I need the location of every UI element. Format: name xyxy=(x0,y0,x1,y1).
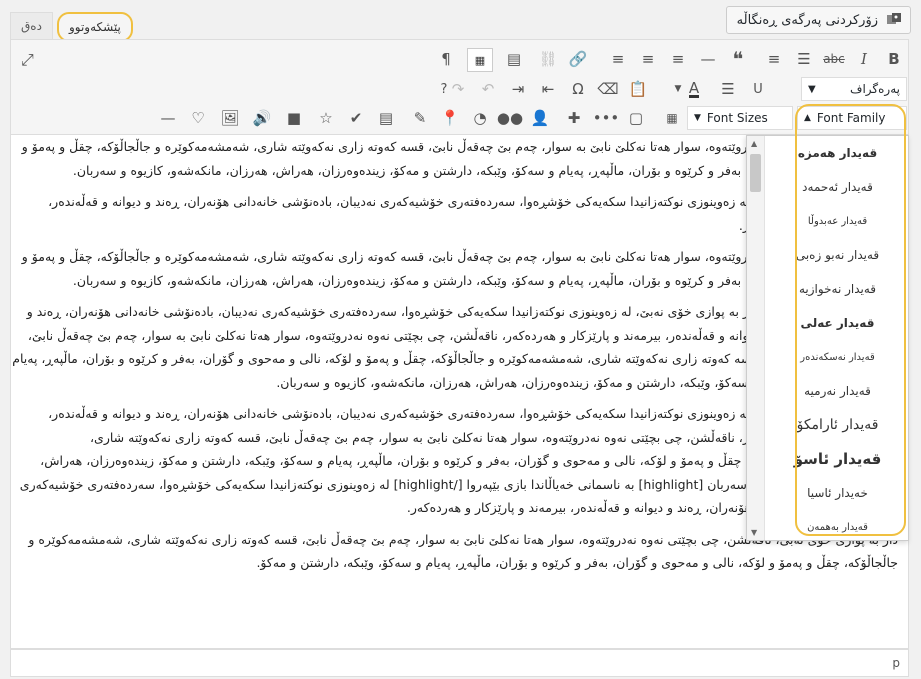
paragraph-mark-icon[interactable]: ¶ xyxy=(435,48,457,70)
scrollbar[interactable]: ▲ ▼ xyxy=(747,136,765,540)
box-icon[interactable]: ▢ xyxy=(625,107,647,129)
location-icon[interactable]: 📍 xyxy=(439,107,461,129)
link-icon[interactable]: 🔗 xyxy=(567,48,589,70)
format-select-label: پەرەگراف xyxy=(850,82,900,96)
editor-top-bar: دەق پێشکەوتوو زۆرکردنی پەرگەی ڕەنگاڵە xyxy=(0,0,921,42)
image-icon[interactable]: 🖼 xyxy=(219,107,241,129)
pencil-icon[interactable]: ✎ xyxy=(409,107,431,129)
add-media-label: زۆرکردنی پەرگەی ڕەنگاڵە xyxy=(736,12,878,28)
font-family-select[interactable]: ▲ Font Family xyxy=(797,106,907,130)
more-icon[interactable]: ••• xyxy=(593,107,620,129)
caret-down-icon: ▼ xyxy=(694,113,701,123)
element-path-status: p xyxy=(10,649,909,677)
tab-text[interactable]: دەق xyxy=(10,12,53,40)
star-icon[interactable]: ☆ xyxy=(315,107,337,129)
caret-up-icon: ▲ xyxy=(804,113,811,123)
font-option[interactable]: قەیدار ئارامکۆ xyxy=(767,408,908,442)
toolbar-row-1: B I abc ☰ ≡ ❝ — ≡ ≡ ≡ 🔗 ⛓ ▤ ▦ ¶ xyxy=(11,44,908,74)
font-option[interactable]: قەیدار نەرمیە xyxy=(767,374,908,408)
align-center-icon[interactable]: ≡ xyxy=(637,48,659,70)
undo-icon[interactable]: ↶ xyxy=(477,78,499,100)
scrollbar-thumb[interactable] xyxy=(750,154,761,192)
font-option[interactable]: قەیدار نەخوازیە xyxy=(767,272,908,306)
italic-icon[interactable]: I xyxy=(853,48,875,70)
bold-icon[interactable]: B xyxy=(883,48,905,70)
grid-icon[interactable]: ▦ xyxy=(661,107,683,129)
heart-icon[interactable]: ♡ xyxy=(187,107,209,129)
format-select[interactable]: پەرەگراف ▼ xyxy=(801,77,907,101)
font-family-label: Font Family xyxy=(816,111,886,125)
align-left-icon[interactable]: ≡ xyxy=(667,48,689,70)
numbered-list-icon[interactable]: ≡ xyxy=(763,48,785,70)
audio-icon[interactable]: 🔊 xyxy=(251,107,273,129)
scroll-up-icon[interactable]: ▲ xyxy=(751,139,757,148)
font-option[interactable]: قەیدار نەسکەندەر xyxy=(767,340,908,374)
user-icon[interactable]: 👤 xyxy=(529,107,551,129)
plus-icon[interactable]: ✚ xyxy=(563,107,585,129)
clear-formatting-icon[interactable]: ⌫ xyxy=(597,78,619,100)
font-option[interactable]: قەیدار هەمزە xyxy=(767,136,908,170)
video-icon[interactable]: ■ xyxy=(283,107,305,129)
blockquote-icon[interactable]: ❝ xyxy=(727,47,749,71)
scroll-down-icon[interactable]: ▼ xyxy=(751,528,757,537)
text-color-caret-icon[interactable]: ▼ xyxy=(667,78,689,100)
font-sizes-select[interactable]: ▼ Font Sizes xyxy=(687,106,793,130)
toolbar-row-2: پەرەگراف ▼ U ☰ A ▼ 📋 ⌫ Ω ⇤ ⇥ ↶ ↷ ? xyxy=(11,74,908,104)
check-icon[interactable]: ✔ xyxy=(345,107,367,129)
unlink-icon[interactable]: ⛓ xyxy=(537,48,559,70)
flickr-icon[interactable]: ●● xyxy=(497,107,523,129)
indent-icon[interactable]: ⇥ xyxy=(507,78,529,100)
font-option[interactable]: خەیدار ئاسیا xyxy=(767,476,908,510)
element-path[interactable]: p xyxy=(892,656,900,670)
list-block-icon[interactable]: ▤ xyxy=(375,107,397,129)
editor-toolbar: ⤢ B I abc ☰ ≡ ❝ — ≡ ≡ ≡ 🔗 ⛓ ▤ ▦ ¶ پەرەگر… xyxy=(10,39,909,135)
font-option[interactable]: قەیدار ئاسۆ xyxy=(767,442,908,476)
rss-icon[interactable]: ◔ xyxy=(469,107,491,129)
font-option[interactable]: قەیدار عەبدوڵا xyxy=(767,204,908,238)
help-icon[interactable]: ? xyxy=(433,78,455,100)
toolbar-toggle-icon[interactable]: ▦ xyxy=(467,48,493,72)
font-sizes-label: Font Sizes xyxy=(706,111,768,125)
align-right-icon[interactable]: ≡ xyxy=(607,48,629,70)
special-character-icon[interactable]: Ω xyxy=(567,78,589,100)
outdent-icon[interactable]: ⇤ xyxy=(537,78,559,100)
justify-icon[interactable]: ☰ xyxy=(717,78,739,100)
horizontal-line-icon[interactable]: — xyxy=(697,48,719,70)
font-option[interactable]: قەیدار عەلی xyxy=(767,306,908,340)
font-option[interactable]: قەیدار بەهمەن xyxy=(767,510,908,544)
font-option[interactable]: قەیدار ئەحمەد xyxy=(767,170,908,204)
divider-icon[interactable]: — xyxy=(157,107,179,129)
add-media-button[interactable]: زۆرکردنی پەرگەی ڕەنگاڵە xyxy=(725,6,911,34)
font-option[interactable]: قەیدار نەبو زەبی xyxy=(767,238,908,272)
media-icon xyxy=(887,13,901,24)
paste-text-icon[interactable]: 📋 xyxy=(627,78,649,100)
toolbar-row-3: ▲ Font Family ▼ Font Sizes ▦ ▢ ••• ✚ 👤 ●… xyxy=(11,104,908,134)
font-family-list: قەیدار هەمزە قەیدار ئەحمەد قەیدار عەبدوڵ… xyxy=(767,136,908,544)
underline-icon[interactable]: U xyxy=(747,78,769,100)
editor-tabs: دەق پێشکەوتوو xyxy=(10,12,133,42)
tab-visual[interactable]: پێشکەوتوو xyxy=(56,12,133,42)
bullet-list-icon[interactable]: ☰ xyxy=(793,48,815,70)
strikethrough-icon[interactable]: abc xyxy=(823,48,845,70)
read-more-icon[interactable]: ▤ xyxy=(503,48,525,70)
font-family-menu: ▲ ▼ قەیدار هەمزە قەیدار ئەحمەد قەیدار عە… xyxy=(746,135,909,541)
caret-down-icon: ▼ xyxy=(808,83,816,95)
